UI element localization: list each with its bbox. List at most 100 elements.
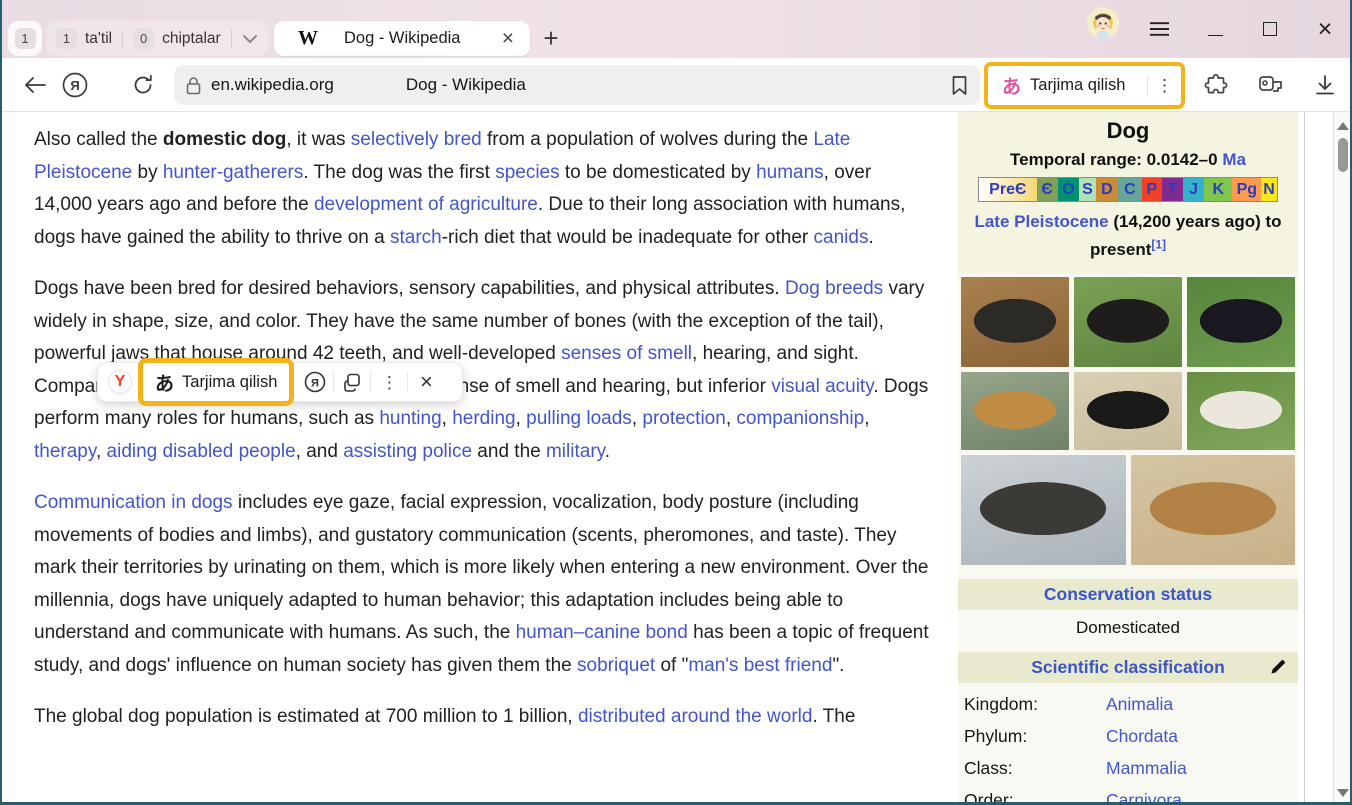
text-run: domestic dog bbox=[163, 129, 287, 150]
scroll-thumb[interactable] bbox=[1338, 138, 1348, 172]
geo-period-segment[interactable]: N bbox=[1261, 178, 1277, 201]
wiki-link[interactable]: assisting police bbox=[343, 441, 472, 462]
downloads-icon[interactable] bbox=[1308, 58, 1342, 112]
profile-avatar[interactable] bbox=[1087, 7, 1119, 39]
wiki-link[interactable]: selectively bred bbox=[351, 129, 482, 150]
conservation-status-header[interactable]: Conservation status bbox=[958, 579, 1298, 610]
wiki-link[interactable]: pulling loads bbox=[526, 408, 632, 429]
translate-menu-kebab-icon[interactable]: ⋮ bbox=[1156, 77, 1173, 94]
wiki-link[interactable]: therapy bbox=[34, 441, 96, 462]
tab-strip: 1 1 ta'til 0 chiptalar W Dog - Wikipedia… bbox=[2, 0, 1350, 58]
wiki-link[interactable]: visual acuity bbox=[771, 376, 873, 397]
wiki-link[interactable]: companionship bbox=[736, 408, 864, 429]
popup-kebab-icon[interactable]: ⋮ bbox=[374, 374, 404, 391]
wiki-link[interactable]: hunter-gatherers bbox=[163, 162, 303, 183]
edit-pencil-icon[interactable] bbox=[1270, 659, 1286, 675]
wiki-link[interactable]: Dog breeds bbox=[785, 278, 883, 299]
active-tab[interactable]: W Dog - Wikipedia × bbox=[274, 21, 530, 56]
window-minimize-button[interactable] bbox=[1198, 14, 1232, 44]
divider bbox=[122, 30, 123, 48]
dog-photo[interactable] bbox=[1187, 372, 1295, 450]
tab-close-icon[interactable]: × bbox=[502, 28, 514, 49]
scrollbar[interactable] bbox=[1333, 112, 1351, 805]
translate-icon: あ bbox=[155, 369, 174, 396]
dog-photo[interactable] bbox=[1074, 372, 1182, 450]
translate-button-highlight: あ Tarjima qilish ⋮ bbox=[984, 62, 1185, 109]
yandex-alice-icon[interactable]: Я bbox=[60, 58, 90, 112]
scientific-classification-header[interactable]: Scientific classification bbox=[958, 652, 1298, 683]
dog-photo[interactable] bbox=[961, 372, 1069, 450]
translate-button[interactable]: あ Tarjima qilish ⋮ bbox=[988, 66, 1181, 105]
geo-period-segment[interactable]: D bbox=[1096, 178, 1119, 201]
menu-hamburger-icon[interactable] bbox=[1142, 14, 1176, 44]
taxonomy-table: Kingdom:AnimaliaPhylum:ChordataClass:Mam… bbox=[958, 683, 1298, 805]
wiki-link[interactable]: protection bbox=[642, 408, 725, 429]
dog-photo[interactable] bbox=[1187, 277, 1295, 367]
tab-group-indicator[interactable]: 1 bbox=[8, 21, 42, 56]
dog-photo[interactable] bbox=[1074, 277, 1182, 367]
wiki-link[interactable]: Communication in dogs bbox=[34, 492, 233, 513]
geo-period-segment[interactable]: K bbox=[1204, 178, 1232, 201]
popup-translate-button[interactable]: Tarjima qilish bbox=[182, 373, 277, 392]
popup-close-icon[interactable]: × bbox=[411, 369, 441, 395]
geo-period-segment[interactable]: C bbox=[1118, 178, 1141, 201]
tab-group-tatil[interactable]: 1 ta'til bbox=[56, 28, 112, 49]
text-run: ( bbox=[107, 112, 119, 113]
wiki-link[interactable]: distributed around the world bbox=[578, 706, 812, 727]
wiki-link[interactable]: hunting bbox=[379, 408, 441, 429]
wiki-link[interactable]: Late Pleistocene bbox=[974, 212, 1108, 231]
text-run: dog bbox=[72, 112, 107, 113]
dog-photo[interactable] bbox=[1131, 455, 1296, 565]
temporal-range-detail: Late Pleistocene (14,200 years ago) to p… bbox=[964, 208, 1292, 264]
window-maximize-button[interactable] bbox=[1253, 14, 1287, 44]
dog-silhouette bbox=[1085, 386, 1171, 436]
new-tab-button[interactable]: + bbox=[535, 21, 567, 56]
taxonomy-value-link[interactable]: Carnivora bbox=[1106, 790, 1182, 805]
wiki-link[interactable]: development of agriculture bbox=[314, 194, 538, 215]
geo-period-segment[interactable]: S bbox=[1079, 178, 1096, 201]
wiki-link[interactable]: species bbox=[495, 162, 559, 183]
refresh-icon[interactable] bbox=[128, 58, 158, 112]
geo-period-segment[interactable]: Pg bbox=[1232, 178, 1261, 201]
wiki-link[interactable]: military bbox=[546, 441, 605, 462]
wiki-link[interactable]: [1] bbox=[1151, 237, 1166, 251]
wiki-link[interactable]: humans bbox=[756, 162, 824, 183]
text-run: . bbox=[605, 441, 610, 462]
wiki-link[interactable]: gray wolf bbox=[775, 112, 851, 113]
wiki-link[interactable]: human–canine bond bbox=[516, 622, 688, 643]
text-run: by bbox=[132, 162, 163, 183]
chevron-down-icon[interactable] bbox=[242, 34, 258, 44]
geo-period-segment[interactable]: O bbox=[1058, 178, 1079, 201]
geo-period-segment[interactable]: J bbox=[1183, 178, 1204, 201]
geo-period-segment[interactable]: P bbox=[1142, 178, 1162, 201]
dog-photo[interactable] bbox=[961, 277, 1069, 367]
taxonomy-value-link[interactable]: Mammalia bbox=[1106, 758, 1187, 779]
extensions-puzzle-icon[interactable] bbox=[1200, 58, 1232, 112]
taxonomy-value-link[interactable]: Chordata bbox=[1106, 726, 1178, 747]
taxonomy-value-link[interactable]: Animalia bbox=[1106, 694, 1173, 715]
scroll-down-arrow[interactable] bbox=[1337, 789, 1349, 797]
translate-icon: あ bbox=[1002, 72, 1021, 99]
wiki-link[interactable]: herding bbox=[452, 408, 515, 429]
window-close-button[interactable]: × bbox=[1308, 14, 1342, 44]
wiki-link[interactable]: man's best friend bbox=[688, 655, 832, 676]
dog-photo[interactable] bbox=[961, 455, 1126, 565]
geo-period-segment[interactable]: Є bbox=[1037, 178, 1058, 201]
ma-link[interactable]: Ma bbox=[1222, 150, 1246, 169]
passwords-key-icon[interactable] bbox=[1254, 58, 1288, 112]
bookmark-icon[interactable] bbox=[951, 75, 968, 96]
wiki-link[interactable]: canids bbox=[814, 227, 869, 248]
wiki-link[interactable]: sobriquet bbox=[577, 655, 655, 676]
geo-period-segment[interactable]: T bbox=[1162, 178, 1183, 201]
wiki-link[interactable]: aiding disabled people bbox=[107, 441, 296, 462]
wiki-link[interactable]: senses of smell bbox=[561, 343, 692, 364]
back-icon[interactable] bbox=[18, 58, 52, 112]
scroll-up-arrow[interactable] bbox=[1337, 122, 1349, 130]
address-bar[interactable]: en.wikipedia.org Dog - Wikipedia bbox=[174, 65, 980, 105]
copy-icon[interactable] bbox=[337, 372, 367, 392]
wiki-link[interactable]: starch bbox=[390, 227, 442, 248]
yandex-logo-icon[interactable]: Y bbox=[108, 370, 132, 394]
geo-period-segment[interactable]: PreЄ bbox=[979, 178, 1037, 201]
search-yandex-icon[interactable]: Я bbox=[300, 371, 330, 393]
tab-group-chiptalar[interactable]: 0 chiptalar bbox=[133, 28, 221, 49]
